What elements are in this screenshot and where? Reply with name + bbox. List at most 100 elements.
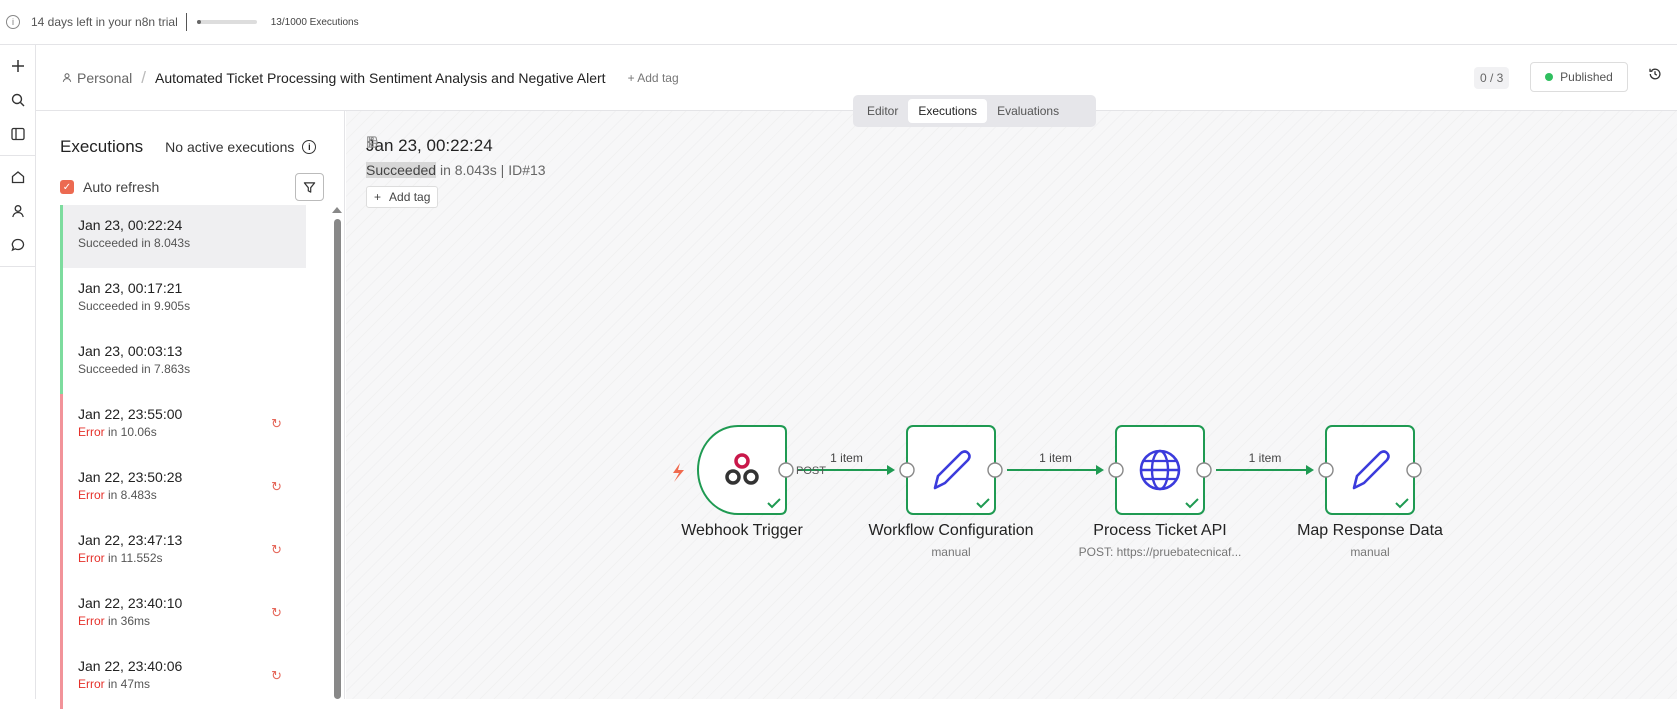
active-counter: 0 / 3 — [1474, 67, 1510, 89]
published-button[interactable]: Published — [1530, 62, 1628, 92]
home-icon[interactable] — [0, 160, 36, 194]
output-handle — [1196, 462, 1212, 478]
trial-banner: i 14 days left in your n8n trial 13/1000… — [0, 0, 1677, 45]
tab-executions[interactable]: Executions — [908, 99, 988, 123]
rail-divider — [0, 155, 35, 156]
execution-date: Jan 23, 00:22:24 — [78, 217, 183, 233]
execution-duration: in 10.06s — [104, 425, 157, 439]
execution-item[interactable]: Jan 22, 23:40:06 ↻ Error in 47ms — [60, 646, 306, 709]
filter-button[interactable] — [295, 173, 324, 201]
scrollbar[interactable] — [334, 219, 341, 699]
output-handle — [987, 462, 1003, 478]
executions-list: Jan 23, 00:22:24 Succeeded in 8.043s Jan 2… — [60, 205, 306, 709]
progress-fill — [196, 20, 201, 24]
execution-duration: in 47ms — [104, 677, 151, 691]
auto-refresh-checkbox[interactable]: ✓ — [60, 180, 74, 194]
connection-arrow — [1096, 465, 1104, 475]
view-tabs: Editor Executions Evaluations — [853, 95, 1096, 127]
connection-label: 1 item — [1039, 451, 1072, 465]
left-rail — [0, 45, 36, 699]
user-icon — [62, 73, 72, 82]
chat-icon[interactable] — [0, 228, 36, 262]
user-icon[interactable] — [0, 194, 36, 228]
divider — [185, 13, 187, 31]
execution-duration: in 36ms — [104, 614, 151, 628]
node-title: Webhook Trigger — [681, 522, 803, 539]
auto-refresh-toggle[interactable]: ✓ Auto refresh — [60, 179, 159, 195]
workflow-title[interactable]: Automated Ticket Processing with Sentime… — [155, 70, 606, 86]
node-box — [697, 425, 787, 515]
input-handle — [1108, 462, 1124, 478]
panel-icon[interactable] — [0, 117, 36, 151]
execution-item[interactable]: Jan 23, 00:22:24 Succeeded in 8.043s — [60, 205, 306, 268]
node-subtitle: POST: https://pruebatecnicaf... — [1078, 545, 1242, 559]
connection-arrow — [1306, 465, 1314, 475]
filter-icon — [303, 181, 316, 193]
node-box — [906, 425, 996, 515]
retry-icon[interactable]: ↻ — [271, 542, 282, 558]
output-label: POST — [796, 465, 826, 477]
error-label: Error — [78, 425, 105, 439]
status-dot — [1545, 73, 1554, 81]
output-handle — [1406, 462, 1422, 478]
add-tag-button[interactable]: + Add tag — [628, 71, 679, 85]
history-icon[interactable] — [1648, 67, 1662, 84]
auto-refresh-label: Auto refresh — [83, 179, 160, 195]
execution-item[interactable]: Jan 22, 23:47:13 ↻ Error in 11.552s — [60, 520, 306, 583]
tab-evaluations[interactable]: Evaluations — [987, 99, 1069, 123]
execution-item[interactable]: Jan 22, 23:40:10 ↻ Error in 36ms — [60, 583, 306, 646]
connection-arrow — [887, 465, 895, 475]
workflow-canvas[interactable]: Jan 23, 00:22:24 Succeeded in 8.043s | I… — [346, 111, 1677, 699]
retry-icon[interactable]: ↻ — [271, 479, 282, 495]
node-title: Map Response Data — [1297, 522, 1443, 539]
info-icon[interactable]: i — [302, 140, 317, 154]
breadcrumb-separator: / — [141, 67, 146, 87]
plus-icon[interactable] — [0, 49, 36, 83]
execution-duration: in 8.483s — [104, 488, 157, 502]
error-label: Error — [78, 614, 105, 628]
published-label: Published — [1560, 70, 1613, 84]
scroll-up-arrow[interactable] — [332, 207, 342, 213]
trigger-bolt-icon — [673, 463, 684, 482]
retry-icon[interactable]: ↻ — [271, 668, 282, 684]
execution-status: Succeeded in 7.863s — [78, 362, 191, 376]
info-icon: i — [6, 15, 20, 29]
execution-status: Succeeded in 9.905s — [78, 299, 191, 313]
tab-editor[interactable]: Editor — [857, 99, 908, 123]
node-subtitle: manual — [1350, 545, 1390, 559]
executions-sidebar: Executions No active executions i ✓ Auto… — [36, 111, 345, 709]
executions-count: 13/1000 Executions — [270, 16, 359, 28]
connection-label: 1 item — [830, 451, 863, 465]
search-icon[interactable] — [0, 83, 36, 117]
node-title: Process Ticket API — [1093, 522, 1227, 539]
breadcrumb-project[interactable]: Personal — [62, 70, 132, 86]
project-name: Personal — [77, 69, 133, 86]
retry-icon[interactable]: ↻ — [271, 605, 282, 621]
execution-item[interactable]: Jan 22, 23:50:28 ↻ Error in 8.483s — [60, 457, 306, 520]
execution-status: Succeeded in 8.043s — [78, 236, 191, 250]
node-title: Workflow Configuration — [868, 522, 1034, 539]
executions-progress-bar — [196, 20, 257, 24]
executions-header: Executions No active executions i — [60, 137, 330, 157]
execution-date: Jan 23, 00:03:13 — [78, 343, 183, 359]
connection-label: 1 item — [1249, 451, 1282, 465]
output-handle — [778, 462, 794, 478]
retry-icon[interactable]: ↻ — [271, 416, 282, 432]
error-label: Error — [78, 488, 105, 502]
rail-divider — [0, 266, 35, 267]
error-label: Error — [78, 551, 105, 565]
executions-title: Executions — [60, 137, 144, 156]
node-subtitle: manual — [931, 545, 971, 559]
execution-item[interactable]: Jan 23, 00:03:13 Succeeded in 7.863s — [60, 331, 306, 394]
execution-date: Jan 23, 00:17:21 — [78, 280, 183, 296]
execution-duration: in 11.552s — [104, 551, 163, 565]
error-label: Error — [78, 677, 105, 691]
execution-item[interactable]: Jan 23, 00:17:21 Succeeded in 9.905s — [60, 268, 306, 331]
trial-message: 14 days left in your n8n trial — [31, 15, 178, 29]
node-box — [1325, 425, 1415, 515]
execution-item[interactable]: Jan 22, 23:55:00 ↻ Error in 10.06s — [60, 394, 306, 457]
no-active-executions: No active executions — [165, 139, 295, 155]
input-handle — [899, 462, 915, 478]
input-handle — [1318, 462, 1334, 478]
workflow-graph: 1 item POST 1 item 1 item — [673, 425, 1422, 515]
